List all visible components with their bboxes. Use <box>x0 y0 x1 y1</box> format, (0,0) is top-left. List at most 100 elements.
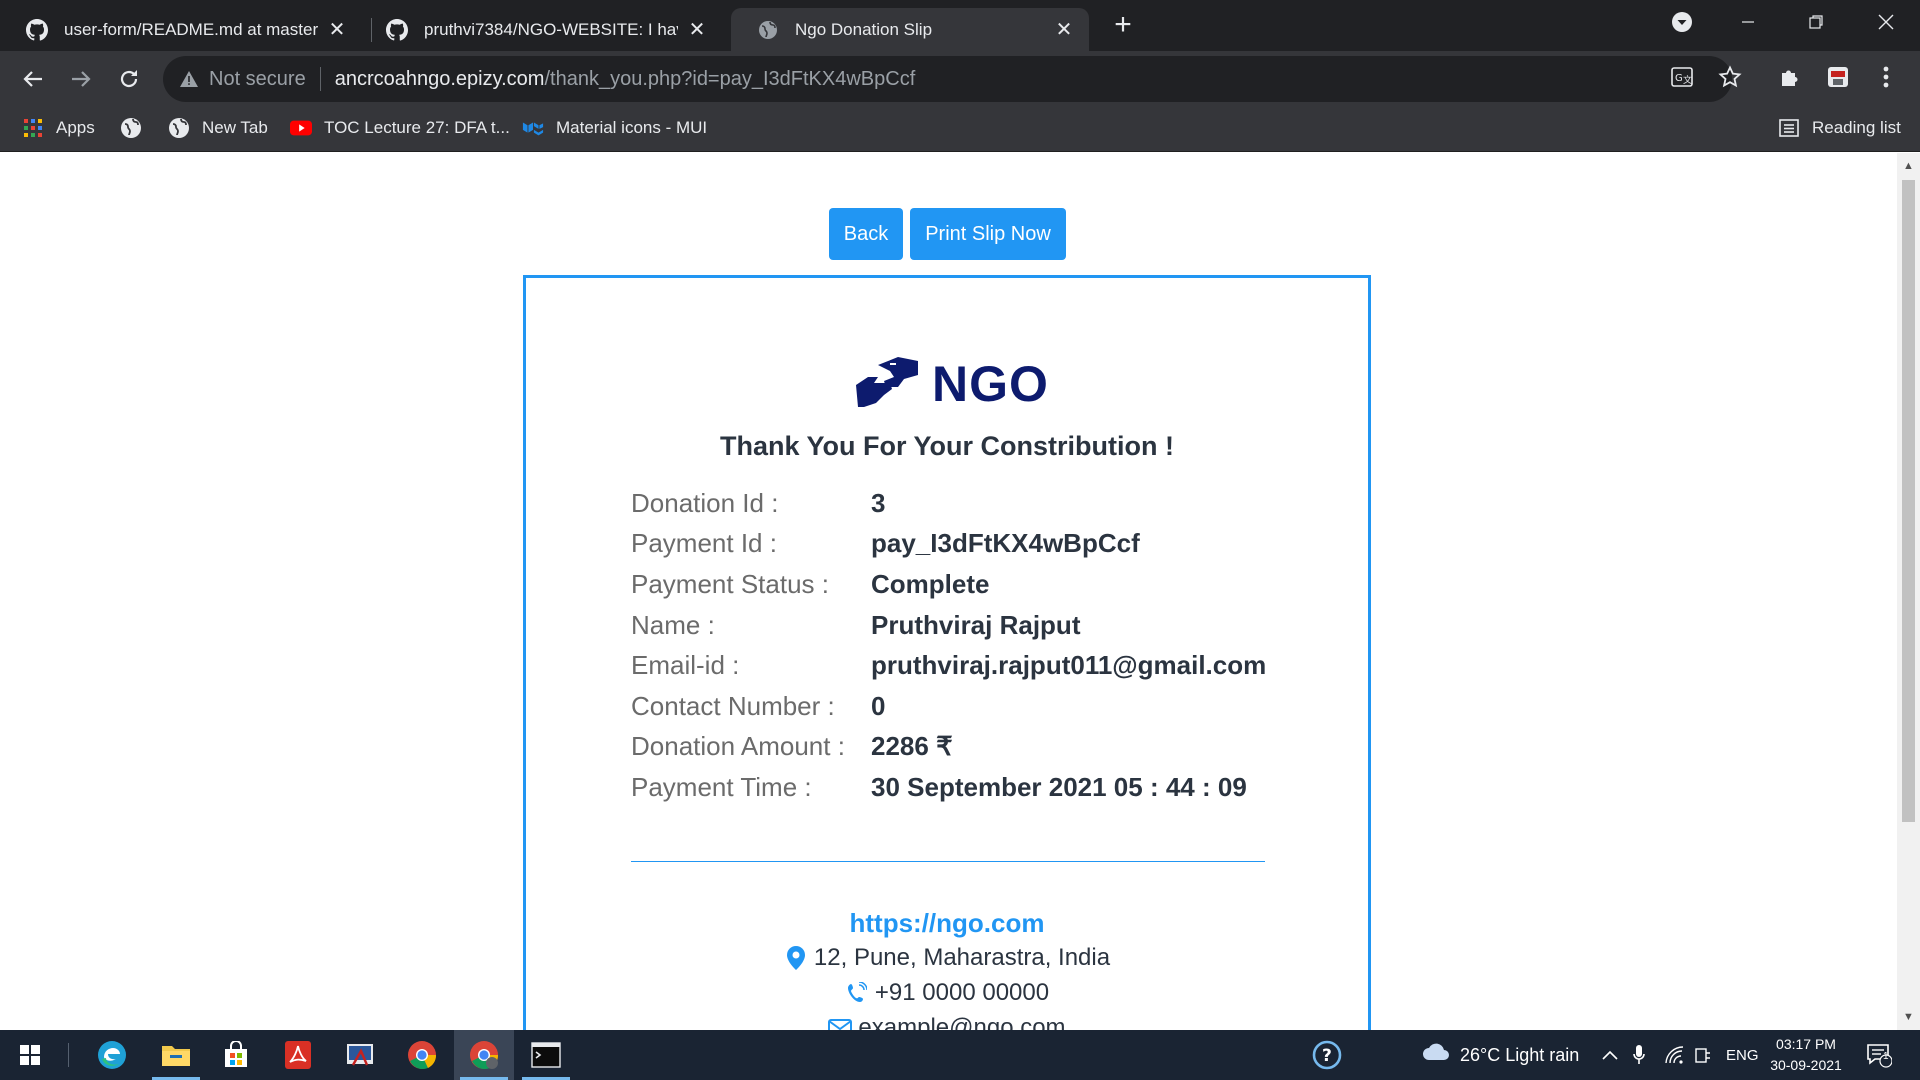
bookmark-material-icons[interactable]: Material icons - MUI <box>522 106 707 150</box>
detail-label: Donation Amount : <box>631 731 845 762</box>
back-arrow-icon[interactable] <box>16 62 50 96</box>
apps-grid-icon <box>22 117 44 139</box>
scrollbar-thumb[interactable] <box>1902 180 1915 822</box>
bookmark-label: New Tab <box>202 118 268 137</box>
ngo-logo: NGO <box>854 356 1049 412</box>
reading-list-label: Reading list <box>1812 118 1901 137</box>
chevron-up-icon[interactable] <box>1602 1030 1618 1080</box>
email-text: example@ngo.com <box>858 1014 1066 1030</box>
globe-icon <box>120 117 142 139</box>
browser-toolbar: Not secure ancrcoahngo.epizy.com/thank_y… <box>0 51 1920 106</box>
reload-icon[interactable] <box>112 62 146 96</box>
brand-name: NGO <box>932 356 1049 412</box>
phone-line: +91 0000 00000 <box>526 979 1368 1007</box>
detail-row-donation-id: Donation Id : 3 <box>631 483 1266 524</box>
microphone-icon[interactable] <box>1632 1030 1646 1080</box>
notification-count: 1 <box>1883 1051 1889 1062</box>
weather-widget[interactable]: 26°C Light rain <box>1422 1030 1579 1080</box>
github-icon <box>26 18 48 41</box>
detail-label: Payment Time : <box>631 771 812 802</box>
profile-avatar-icon[interactable] <box>1824 63 1852 91</box>
close-icon[interactable]: ✕ <box>686 19 708 41</box>
tab-title: Ngo Donation Slip <box>795 19 933 39</box>
menu-kebab-icon[interactable] <box>1872 63 1900 91</box>
detail-row-payment-id: Payment Id : pay_I3dFtKX4wBpCcf <box>631 524 1266 565</box>
chrome-profile-icon[interactable] <box>454 1030 514 1080</box>
chrome-icon[interactable] <box>392 1030 452 1080</box>
edge-icon[interactable] <box>82 1030 142 1080</box>
detail-value: Pruthviraj Rajput <box>871 609 1081 640</box>
tab-ngo-donation-slip[interactable]: Ngo Donation Slip ✕ <box>731 8 1089 51</box>
windows-taskbar: ? 26°C Light rain ENG 03:17 PM 30-09-202… <box>0 1030 1920 1080</box>
mui-icon <box>522 117 544 139</box>
detail-value: 2286 ₹ <box>871 731 953 762</box>
battery-display-icon[interactable] <box>1694 1030 1712 1080</box>
detail-row-payment-status: Payment Status : Complete <box>631 564 1266 605</box>
bookmark-globe[interactable] <box>120 106 154 150</box>
handshake-icon <box>854 355 920 414</box>
page-content: Back Print Slip Now NGO Thank You For Yo… <box>0 153 1897 1030</box>
svg-text:文: 文 <box>1683 74 1692 86</box>
new-tab-button[interactable]: + <box>1108 10 1138 41</box>
reading-list[interactable]: Reading list <box>1778 106 1901 150</box>
scroll-up-arrow-icon[interactable]: ▲ <box>1902 159 1915 173</box>
detail-label: Email-id : <box>631 650 740 681</box>
detail-value: 3 <box>871 487 886 518</box>
help-icon[interactable]: ? <box>1312 1030 1342 1080</box>
print-slip-button[interactable]: Print Slip Now <box>910 208 1066 260</box>
close-icon[interactable]: ✕ <box>326 19 348 41</box>
detail-value: Complete <box>871 568 990 599</box>
detail-label: Payment Status : <box>631 568 829 599</box>
detail-value: pay_I3dFtKX4wBpCcf <box>871 528 1140 559</box>
language-indicator[interactable]: ENG <box>1726 1030 1759 1080</box>
bookmarks-bar: Apps New Tab TOC Lecture 27: DFA t... Ma… <box>0 106 1920 152</box>
bookmark-label: Apps <box>56 118 95 137</box>
svg-text:G: G <box>1675 73 1683 84</box>
tab-readme[interactable]: user-form/README.md at master · p ✕ <box>0 8 362 51</box>
weather-text: 26°C Light rain <box>1460 1044 1580 1065</box>
terminal-icon[interactable] <box>516 1030 576 1080</box>
close-window-icon[interactable] <box>1858 0 1914 44</box>
youtube-icon <box>290 117 312 139</box>
wifi-icon[interactable] <box>1664 1030 1686 1080</box>
url-path: /thank_you.php?id=pay_I3dFtKX4wBpCcf <box>544 67 916 90</box>
back-button[interactable]: Back <box>829 208 903 260</box>
bookmark-toc-lecture[interactable]: TOC Lecture 27: DFA t... <box>290 106 510 150</box>
close-icon[interactable]: ✕ <box>1053 19 1075 41</box>
tab-search-icon[interactable] <box>1654 0 1710 44</box>
translate-icon[interactable]: G文 <box>1668 63 1696 91</box>
notifications-icon[interactable]: 1 <box>1866 1030 1892 1080</box>
globe-icon <box>757 19 779 41</box>
phone-text: +91 0000 00000 <box>874 979 1050 1006</box>
bookmark-star-icon[interactable] <box>1716 63 1744 91</box>
phone-icon <box>845 981 869 1005</box>
bookmark-label: TOC Lecture 27: DFA t... <box>324 118 510 137</box>
file-explorer-icon[interactable] <box>146 1030 206 1080</box>
address-bar[interactable]: Not secure ancrcoahngo.epizy.com/thank_y… <box>163 56 1732 102</box>
store-icon[interactable] <box>206 1030 266 1080</box>
github-icon <box>386 18 408 41</box>
acrobat-icon[interactable] <box>268 1030 328 1080</box>
bookmark-new-tab[interactable]: New Tab <box>168 106 268 150</box>
donation-slip: NGO Thank You For Your Constribution ! D… <box>523 275 1371 1030</box>
snipping-tool-icon[interactable] <box>330 1030 390 1080</box>
page-scrollbar[interactable]: ▲ ▼ <box>1897 153 1920 1030</box>
windows-start-icon[interactable] <box>0 1030 60 1080</box>
warning-icon[interactable] <box>179 69 199 89</box>
bookmark-label: Material icons - MUI <box>556 118 708 137</box>
site-link[interactable]: https://ngo.com <box>526 908 1368 939</box>
minimize-icon[interactable] <box>1720 0 1776 44</box>
tab-ngo-website[interactable]: pruthvi7384/NGO-WEBSITE: I have c ✕ <box>360 8 722 51</box>
security-label[interactable]: Not secure <box>209 68 306 91</box>
restore-icon[interactable] <box>1788 0 1844 44</box>
detail-row-name: Name : Pruthviraj Rajput <box>631 605 1266 646</box>
address-text: 12, Pune, Maharastra, India <box>813 944 1111 971</box>
scroll-down-arrow-icon[interactable]: ▼ <box>1902 1010 1915 1024</box>
bookmark-apps[interactable]: Apps <box>22 106 95 150</box>
omnibox-separator <box>319 67 321 91</box>
detail-row-amount: Donation Amount : 2286 ₹ <box>631 727 1266 768</box>
system-clock[interactable]: 03:17 PM 30-09-2021 <box>1758 1034 1854 1076</box>
forward-arrow-icon[interactable] <box>64 62 98 96</box>
location-pin-icon <box>784 946 808 970</box>
extensions-puzzle-icon[interactable] <box>1776 63 1804 91</box>
